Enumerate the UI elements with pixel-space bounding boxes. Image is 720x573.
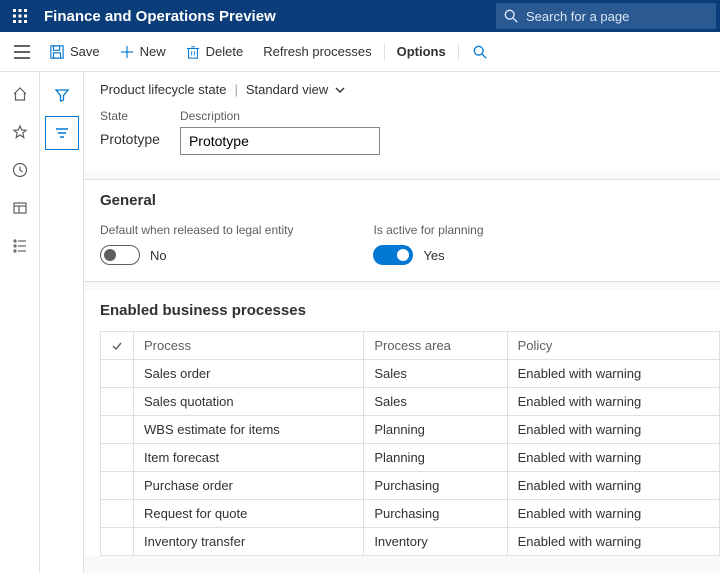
table-row[interactable]: Sales quotationSalesEnabled with warning [101,388,720,416]
plus-icon [120,45,134,59]
cell-area: Sales [364,388,507,416]
breadcrumb-separator: | [234,82,237,97]
filter-funnel-icon[interactable] [45,78,79,112]
col-policy[interactable]: Policy [507,332,719,360]
row-select-cell[interactable] [101,472,134,500]
row-select-cell[interactable] [101,528,134,556]
cell-area: Inventory [364,528,507,556]
active-planning-field: Is active for planning Yes [373,223,483,265]
action-divider [384,43,385,61]
search-placeholder: Search for a page [526,9,629,24]
processes-table: Process Process area Policy Sales orderS… [100,331,720,556]
description-input[interactable] [180,127,380,155]
search-icon [473,45,487,59]
state-value: Prototype [100,127,160,151]
nav-recent-icon[interactable] [4,154,36,186]
cell-policy: Enabled with warning [507,416,719,444]
app-header: Finance and Operations Preview Search fo… [0,0,720,32]
cell-policy: Enabled with warning [507,500,719,528]
state-field: State Prototype [100,109,160,155]
nav-modules-icon[interactable] [4,230,36,262]
delete-button[interactable]: Delete [176,32,254,71]
general-heading: General [100,192,704,209]
trash-icon [186,45,200,59]
action-search-button[interactable] [461,32,505,71]
cell-process: Request for quote [134,500,364,528]
col-area[interactable]: Process area [364,332,507,360]
save-button[interactable]: Save [40,32,110,71]
filter-lines-icon[interactable] [45,116,79,150]
cell-process: Sales quotation [134,388,364,416]
cell-policy: Enabled with warning [507,388,719,416]
cell-area: Planning [364,416,507,444]
active-planning-toggle[interactable] [373,245,413,265]
table-row[interactable]: Sales orderSalesEnabled with warning [101,360,720,388]
options-button[interactable]: Options [387,32,456,71]
search-icon [504,9,518,23]
col-process[interactable]: Process [134,332,364,360]
table-row[interactable]: Item forecastPlanningEnabled with warnin… [101,444,720,472]
processes-heading: Enabled business processes [100,302,720,319]
action-bar: Save New Delete Refresh processes Option… [0,32,720,72]
cell-area: Purchasing [364,472,507,500]
table-row[interactable]: Purchase orderPurchasingEnabled with war… [101,472,720,500]
cell-policy: Enabled with warning [507,528,719,556]
filter-rail [40,72,84,573]
row-select-cell[interactable] [101,388,134,416]
state-label: State [100,109,160,123]
chevron-down-icon [334,84,346,96]
row-select-cell[interactable] [101,500,134,528]
cell-policy: Enabled with warning [507,360,719,388]
row-select-cell[interactable] [101,444,134,472]
default-legal-entity-field: Default when released to legal entity No [100,223,293,265]
form-header-row: State Prototype Description [84,109,720,171]
description-field: Description [180,109,380,155]
cell-process: WBS estimate for items [134,416,364,444]
page-title: Product lifecycle state [100,82,226,97]
refresh-processes-button[interactable]: Refresh processes [253,32,381,71]
app-title: Finance and Operations Preview [40,8,276,25]
checkmark-icon [111,340,123,352]
cell-process: Sales order [134,360,364,388]
table-row[interactable]: WBS estimate for itemsPlanningEnabled wi… [101,416,720,444]
nav-hamburger-icon[interactable] [4,45,40,59]
main: Product lifecycle state | Standard view … [0,72,720,573]
cell-process: Inventory transfer [134,528,364,556]
nav-home-icon[interactable] [4,78,36,110]
cell-process: Item forecast [134,444,364,472]
nav-workspaces-icon[interactable] [4,192,36,224]
row-select-cell[interactable] [101,416,134,444]
row-select-cell[interactable] [101,360,134,388]
waffle-icon[interactable] [0,9,40,23]
cell-area: Purchasing [364,500,507,528]
description-label: Description [180,109,380,123]
default-legal-entity-toggle[interactable] [100,245,140,265]
table-row[interactable]: Inventory transferInventoryEnabled with … [101,528,720,556]
cell-area: Sales [364,360,507,388]
global-search-box[interactable]: Search for a page [496,3,716,29]
table-row[interactable]: Request for quotePurchasingEnabled with … [101,500,720,528]
general-card: General Default when released to legal e… [84,179,720,282]
cell-area: Planning [364,444,507,472]
save-icon [50,45,64,59]
processes-section: Enabled business processes Process Proce… [84,290,720,556]
cell-policy: Enabled with warning [507,472,719,500]
nav-favorites-icon[interactable] [4,116,36,148]
view-selector[interactable]: Standard view [246,82,346,97]
select-all-header[interactable] [101,332,134,360]
cell-policy: Enabled with warning [507,444,719,472]
action-divider [458,43,459,61]
breadcrumb: Product lifecycle state | Standard view [84,72,720,109]
new-button[interactable]: New [110,32,176,71]
cell-process: Purchase order [134,472,364,500]
content-area: Product lifecycle state | Standard view … [84,72,720,573]
nav-rail [0,72,40,573]
